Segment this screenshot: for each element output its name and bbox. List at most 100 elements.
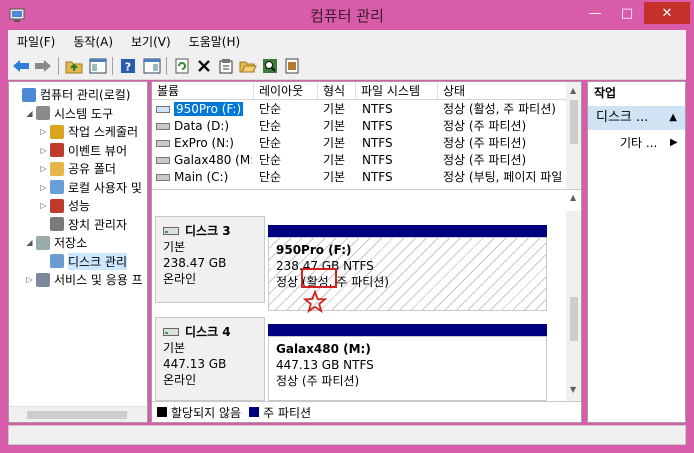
menu-file[interactable]: 파일(F) xyxy=(8,33,64,50)
navigation-tree[interactable]: 컴퓨터 관리(로컬) ◢ 시스템 도구 ▷ 작업 스케줄러 ▷ 이벤트 뷰어 ▷ 공유 폴더 ▷ 로… xyxy=(8,81,148,423)
disk-view-scrollbar[interactable]: ▼ xyxy=(566,211,581,401)
tree-expander-icon[interactable]: ▷ xyxy=(25,275,34,284)
tree-item-label: 장치 관리자 xyxy=(68,217,128,232)
scroll-down-arrow-icon[interactable]: ▼ xyxy=(570,385,576,394)
cell-text: 정상 (주 파티션) xyxy=(443,136,527,150)
menu-help[interactable]: 도움말(H) xyxy=(180,33,250,50)
tree-item[interactable]: 디스크 관리 xyxy=(39,252,128,270)
tree-expander-icon[interactable]: ◢ xyxy=(25,109,34,118)
collapse-up-icon[interactable]: ▲ xyxy=(669,106,677,130)
tree-item[interactable]: ▷ 서비스 및 응용 프 xyxy=(25,271,143,288)
help-icon[interactable]: ? xyxy=(118,56,138,76)
properties-icon[interactable] xyxy=(216,56,236,76)
scrollbar-thumb[interactable] xyxy=(27,411,127,419)
volume-icon xyxy=(156,174,170,181)
table-cell-fs: NTFS xyxy=(362,135,438,152)
tree-item-label: 컴퓨터 관리(로컬) xyxy=(40,88,131,102)
table-row[interactable]: 950Pro (F:) 단순 기본 NTFS 정상 (활성, 주 파티션) xyxy=(152,101,566,118)
menu-action[interactable]: 동작(A) xyxy=(64,33,122,50)
title-bar[interactable]: 컴퓨터 관리 — □ ✕ xyxy=(0,0,694,30)
tree-expander-icon[interactable]: ▷ xyxy=(39,127,48,136)
menu-view[interactable]: 보기(V) xyxy=(122,33,180,50)
toolbar: ? xyxy=(8,52,686,80)
actions-section-label: 디스크 ... xyxy=(596,110,649,125)
table-cell-name: 950Pro (F:) xyxy=(152,101,252,118)
table-cell-type: 기본 xyxy=(323,118,357,135)
cell-text: 단순 xyxy=(259,153,282,167)
tree-item-label: 로컬 사용자 및 xyxy=(68,180,142,195)
active-status-highlight-box xyxy=(301,268,337,288)
volume-list-scrollbar[interactable]: ▲ xyxy=(566,82,581,189)
scroll-up-arrow-icon[interactable]: ▲ xyxy=(570,86,576,95)
maximize-button[interactable]: □ xyxy=(612,2,642,24)
table-row[interactable]: Galax480 (M:) 단순 기본 NTFS 정상 (주 파티션) xyxy=(152,152,566,169)
table-row[interactable]: ExPro (N:) 단순 기본 NTFS 정상 (주 파티션) xyxy=(152,135,566,152)
table-cell-status: 정상 (주 파티션) xyxy=(443,118,566,135)
tree-item[interactable]: ◢ 시스템 도구 xyxy=(25,105,113,122)
tree-expander-icon[interactable]: ▷ xyxy=(39,201,48,210)
partition-name: 950Pro (F:) xyxy=(276,243,352,257)
volume-icon xyxy=(156,123,170,130)
scrollbar-thumb[interactable] xyxy=(570,297,578,341)
partition-galax480[interactable]: Galax480 (M:) 447.13 GB NTFS 정상 (주 파티션) xyxy=(268,336,547,401)
delete-icon[interactable] xyxy=(194,56,214,76)
scroll-up-arrow-icon[interactable]: ▲ xyxy=(570,193,576,202)
table-row[interactable]: Main (C:) 단순 기본 NTFS 정상 (부팅, 페이지 파일 xyxy=(152,169,566,186)
tree-item[interactable]: 장치 관리자 xyxy=(39,216,127,233)
pane-splitter[interactable]: ▲ xyxy=(152,189,581,211)
actions-section-disk-management[interactable]: 디스크 ... ▲ xyxy=(588,106,685,130)
actions-more-label: 기타 ... xyxy=(620,136,658,150)
close-button[interactable]: ✕ xyxy=(644,2,690,24)
tree-item-label: 이벤트 뷰어 xyxy=(68,143,128,158)
disk-3-label[interactable]: 디스크 3 기본 238.47 GB 온라인 xyxy=(155,216,265,303)
tree-expander-icon[interactable]: ◢ xyxy=(25,238,34,247)
shared-folder-icon xyxy=(50,161,64,176)
column-type[interactable]: 형식 xyxy=(318,82,356,100)
tree-expander-icon[interactable]: ▷ xyxy=(39,146,48,155)
table-row[interactable]: Data (D:) 단순 기본 NTFS 정상 (주 파티션) xyxy=(152,118,566,135)
cell-text: Main (C:) xyxy=(174,170,229,184)
tree-item[interactable]: ▷ 이벤트 뷰어 xyxy=(39,142,127,159)
refresh-icon[interactable] xyxy=(172,56,192,76)
table-cell-status: 정상 (부팅, 페이지 파일 xyxy=(443,169,566,186)
disk-title: 디스크 3 xyxy=(185,224,231,238)
disk-size: 447.13 GB xyxy=(163,357,227,371)
back-arrow-icon[interactable] xyxy=(11,56,31,76)
cell-text: Data (D:) xyxy=(174,119,230,133)
volume-list[interactable]: 볼륨 레이아웃 형식 파일 시스템 상태 950Pro (F:) 단순 기본 NTFS… xyxy=(152,82,566,189)
export-icon[interactable] xyxy=(282,56,302,76)
minimize-button[interactable]: — xyxy=(580,2,610,24)
disk-state: 온라인 xyxy=(163,373,197,387)
tree-item[interactable]: ▷ 작업 스케줄러 xyxy=(39,123,138,140)
column-status[interactable]: 상태 xyxy=(438,82,566,100)
tree-item[interactable]: ◢ 저장소 xyxy=(25,234,87,251)
open-folder-icon[interactable] xyxy=(238,56,258,76)
tree-horizontal-scrollbar[interactable] xyxy=(9,406,147,422)
tree-expander-icon[interactable]: ▷ xyxy=(39,164,48,173)
up-folder-icon[interactable] xyxy=(64,56,84,76)
properties-pane-icon[interactable] xyxy=(142,56,162,76)
forward-arrow-icon[interactable] xyxy=(33,56,53,76)
tree-item[interactable]: ▷ 성능 xyxy=(39,197,90,214)
disk-4-label[interactable]: 디스크 4 기본 447.13 GB 온라인 xyxy=(155,317,265,401)
scrollbar-thumb[interactable] xyxy=(570,100,578,144)
column-filesystem[interactable]: 파일 시스템 xyxy=(356,82,438,100)
tree-item[interactable]: 컴퓨터 관리(로컬) xyxy=(11,86,130,103)
cell-text: NTFS xyxy=(362,170,393,184)
actions-more-item[interactable]: 기타 ... xyxy=(620,134,657,152)
clock-icon xyxy=(50,124,64,139)
table-cell-name: Main (C:) xyxy=(152,169,252,186)
cell-text: ExPro (N:) xyxy=(174,136,234,150)
disk-graphical-view[interactable]: 디스크 3 기본 238.47 GB 온라인 950Pro (F:) 238.4… xyxy=(152,211,566,401)
computer-icon xyxy=(22,87,36,102)
tree-expander-icon[interactable]: ▷ xyxy=(39,183,48,192)
search-disk-icon[interactable] xyxy=(260,56,280,76)
column-layout[interactable]: 레이아웃 xyxy=(254,82,318,100)
show-hide-tree-icon[interactable] xyxy=(88,56,108,76)
cell-text: NTFS xyxy=(362,136,393,150)
tree-item[interactable]: ▷ 공유 폴더 xyxy=(39,160,116,177)
column-volume[interactable]: 볼륨 xyxy=(152,82,254,100)
table-cell-name: Data (D:) xyxy=(152,118,252,135)
tree-item[interactable]: ▷ 로컬 사용자 및 xyxy=(39,179,142,196)
cell-text: 단순 xyxy=(259,102,282,116)
